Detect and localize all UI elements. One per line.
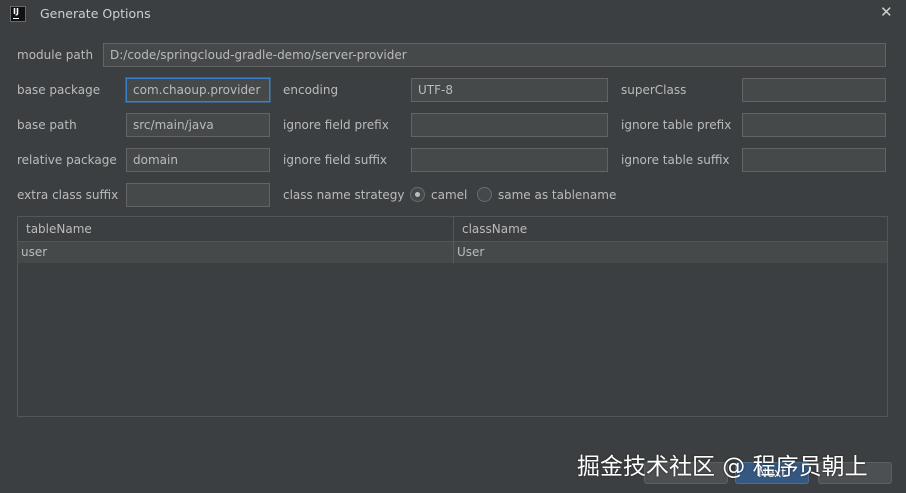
ignore-field-prefix-field[interactable] (411, 113, 608, 137)
ignore-table-suffix-field[interactable] (742, 148, 886, 172)
ignore-table-prefix-label: ignore table prefix (621, 118, 732, 132)
extra-class-suffix-label: extra class suffix (17, 188, 119, 202)
same-as-tablename-radio-label[interactable]: same as tablename (498, 188, 616, 202)
module-path-label: module path (17, 48, 94, 62)
close-icon[interactable]: ✕ (880, 3, 893, 21)
class-name-strategy-label: class name strategy (283, 188, 405, 202)
camel-radio-label[interactable]: camel (431, 188, 467, 202)
intellij-app-icon: IJ (10, 6, 26, 22)
encoding-field[interactable] (411, 78, 608, 102)
column-header-classname[interactable]: className (453, 217, 887, 241)
table-mapping-grid[interactable]: tableName className user User (17, 216, 888, 417)
title-bar: IJ Generate Options ✕ (0, 0, 906, 28)
relative-package-field[interactable] (126, 148, 270, 172)
module-path-field[interactable] (103, 43, 886, 67)
column-header-tablename[interactable]: tableName (18, 217, 453, 241)
ignore-field-suffix-label: ignore field suffix (283, 153, 388, 167)
table-row[interactable]: user User (18, 242, 887, 263)
camel-radio[interactable] (410, 187, 425, 202)
superclass-field[interactable] (742, 78, 886, 102)
ignore-field-suffix-field[interactable] (411, 148, 608, 172)
same-as-tablename-radio[interactable] (477, 187, 492, 202)
table-cell-classname[interactable]: User (453, 242, 887, 263)
ignore-table-prefix-field[interactable] (742, 113, 886, 137)
extra-class-suffix-field[interactable] (126, 183, 270, 207)
radio-selected-dot (415, 192, 420, 197)
relative-package-label: relative package (17, 153, 117, 167)
watermark-text: 掘金技术社区 @ 程序员朝上 (577, 454, 868, 480)
base-package-label: base package (17, 83, 101, 97)
window-title: Generate Options (40, 6, 151, 21)
encoding-label: encoding (283, 83, 339, 97)
base-package-field[interactable] (126, 78, 270, 102)
ignore-table-suffix-label: ignore table suffix (621, 153, 730, 167)
table-cell-tablename[interactable]: user (18, 242, 453, 263)
base-path-label: base path (17, 118, 77, 132)
superclass-label: superClass (621, 83, 687, 97)
table-header: tableName className (18, 217, 887, 242)
base-path-field[interactable] (126, 113, 270, 137)
ignore-field-prefix-label: ignore field prefix (283, 118, 389, 132)
